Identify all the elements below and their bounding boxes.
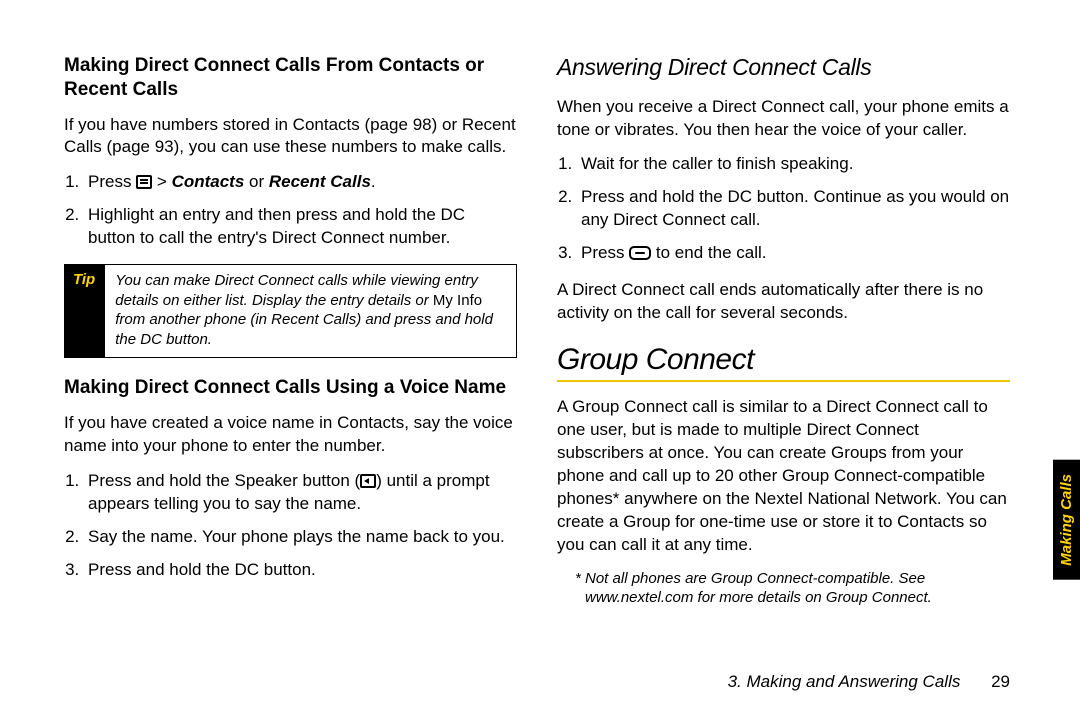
right-column: Answering Direct Connect Calls When you … bbox=[557, 54, 1010, 680]
para-auto-end: A Direct Connect call ends automatically… bbox=[557, 279, 1010, 325]
list-item: Wait for the caller to finish speaking. bbox=[577, 153, 1010, 176]
steps-voice: Press and hold the Speaker button () unt… bbox=[64, 470, 517, 582]
list-item: Press > Contacts or Recent Calls. bbox=[84, 171, 517, 194]
heading-voice-name: Making Direct Connect Calls Using a Voic… bbox=[64, 376, 517, 400]
list-item: Press and hold the DC button. bbox=[84, 559, 517, 582]
left-column: Making Direct Connect Calls From Contact… bbox=[64, 54, 517, 680]
footnote-group-connect: * Not all phones are Group Connect-compa… bbox=[557, 569, 1010, 608]
tip-content: You can make Direct Connect calls while … bbox=[105, 265, 516, 357]
list-item: Press and hold the DC button. Continue a… bbox=[577, 186, 1010, 232]
speaker-icon bbox=[360, 474, 376, 488]
side-tab-making-calls: Making Calls bbox=[1053, 460, 1080, 580]
footer-page-number: 29 bbox=[991, 672, 1010, 691]
list-item: Press and hold the Speaker button () unt… bbox=[84, 470, 517, 516]
tip-label: Tip bbox=[65, 265, 105, 357]
heading-contacts-recent: Making Direct Connect Calls From Contact… bbox=[64, 54, 517, 102]
menu-icon bbox=[136, 175, 152, 189]
heading-answering: Answering Direct Connect Calls bbox=[557, 54, 1010, 82]
page-footer: 3. Making and Answering Calls 29 bbox=[728, 672, 1010, 692]
tip-box: Tip You can make Direct Connect calls wh… bbox=[64, 264, 517, 358]
steps-answering: Wait for the caller to finish speaking. … bbox=[557, 153, 1010, 265]
list-item: Say the name. Your phone plays the name … bbox=[84, 526, 517, 549]
steps-contacts: Press > Contacts or Recent Calls. Highli… bbox=[64, 171, 517, 250]
list-item: Highlight an entry and then press and ho… bbox=[84, 204, 517, 250]
para-group-connect: A Group Connect call is similar to a Dir… bbox=[557, 396, 1010, 557]
footer-chapter: 3. Making and Answering Calls bbox=[728, 672, 961, 691]
heading-group-connect: Group Connect bbox=[557, 343, 1010, 376]
para-answering-intro: When you receive a Direct Connect call, … bbox=[557, 96, 1010, 142]
end-key-icon bbox=[629, 246, 651, 260]
list-item: Press to end the call. bbox=[577, 242, 1010, 265]
divider-yellow bbox=[557, 380, 1010, 382]
para-intro-contacts: If you have numbers stored in Contacts (… bbox=[64, 114, 517, 160]
para-intro-voice: If you have created a voice name in Cont… bbox=[64, 412, 517, 458]
